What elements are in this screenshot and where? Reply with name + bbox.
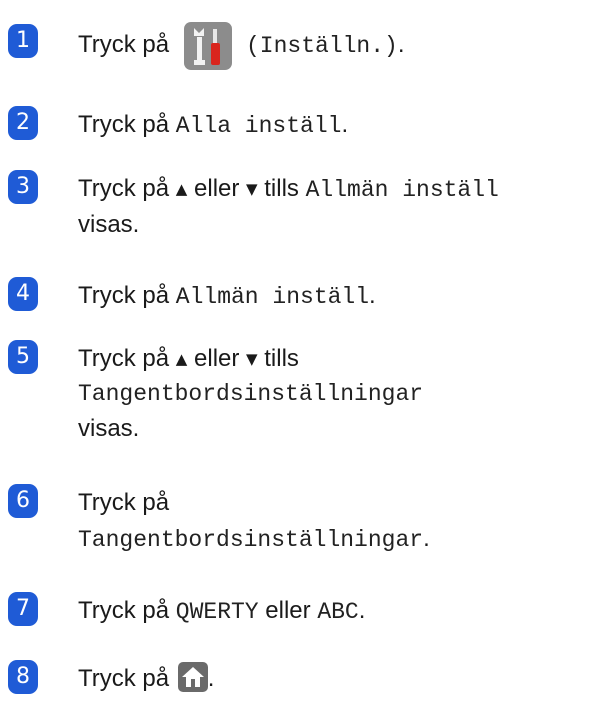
menu-option-allman-installning: Allmän inställ: [175, 284, 370, 310]
step-text: Tryck på Alla inställ.: [78, 108, 348, 143]
step-text-line3: visas.: [78, 415, 140, 442]
step-text: Tryck på: [78, 489, 170, 516]
conjunction: eller: [194, 175, 240, 202]
up-arrow-icon: ▲: [175, 180, 188, 198]
step-number-badge: 7: [8, 592, 38, 626]
step-period: .: [341, 111, 349, 138]
step-period: .: [369, 282, 376, 309]
step-text: Tryck på ▲ eller ▼ tills Allmän inställ: [78, 172, 499, 208]
step-label: Tryck på: [78, 597, 170, 624]
until-label: tills: [264, 175, 299, 202]
step-number-badge: 2: [8, 106, 38, 140]
menu-option-tangentbordsinstallningar: Tangentbordsinställningar: [78, 527, 424, 553]
step-period: .: [397, 31, 405, 58]
step-text: Tryck på ▲ eller ▼ tills: [78, 342, 299, 378]
step-1: 1 Tryck på (Inställn.).: [0, 14, 614, 74]
up-arrow-icon: ▲: [175, 350, 188, 368]
step-label: Tryck på: [78, 282, 170, 309]
step-text: Tryck på QWERTY eller ABC.: [78, 594, 365, 629]
conjunction: eller: [194, 345, 240, 372]
step-text: Tryck på Allmän inställ.: [78, 279, 376, 314]
tools-icon[interactable]: [184, 22, 232, 70]
step-text: Tryck på .: [78, 661, 215, 696]
step-5: 5 Tryck på ▲ eller ▼ tills Tangentbordsi…: [0, 340, 614, 450]
step-label: Tryck på: [78, 345, 170, 372]
step-number-badge: 1: [8, 24, 38, 58]
step-period: .: [358, 597, 366, 624]
step-number-badge: 8: [8, 660, 38, 694]
step-text-line2: Tangentbordsinställningar: [78, 376, 423, 411]
step-number-badge: 6: [8, 484, 38, 518]
step-label: Tryck på: [78, 665, 170, 692]
step-text: Tryck på: [78, 28, 169, 62]
menu-option-alla-installningar: Alla inställ: [175, 113, 342, 139]
step-label: Tryck på: [78, 175, 170, 202]
step-period: .: [423, 525, 430, 552]
down-arrow-icon: ▼: [246, 350, 258, 368]
down-arrow-icon: ▼: [246, 180, 258, 198]
step-text-rest: (Inställn.).: [246, 28, 405, 63]
step-2: 2 Tryck på Alla inställ.: [0, 106, 614, 146]
menu-option-allman-installning: Allmän inställ: [305, 177, 499, 203]
step-7: 7 Tryck på QWERTY eller ABC.: [0, 592, 614, 632]
until-label: tills: [264, 345, 299, 372]
step-number-badge: 3: [8, 170, 38, 204]
step-8: 8 Tryck på .: [0, 660, 614, 700]
settings-menu-label: (Inställn.): [246, 33, 398, 59]
option-abc: ABC: [317, 599, 359, 625]
step-number-badge: 5: [8, 340, 38, 374]
step-6: 6 Tryck på Tangentbordsinställningar.: [0, 484, 614, 560]
step-label: Tryck på: [78, 111, 170, 138]
step-3: 3 Tryck på ▲ eller ▼ tills Allmän instäl…: [0, 168, 614, 244]
conjunction: eller: [265, 597, 311, 624]
step-4: 4 Tryck på Allmän inställ.: [0, 277, 614, 317]
step-label: Tryck på: [78, 31, 170, 58]
option-qwerty: QWERTY: [175, 599, 259, 625]
step-text-line2: Tangentbordsinställningar.: [78, 522, 430, 557]
menu-option-tangentbordsinstallningar: Tangentbordsinställningar: [78, 381, 424, 407]
step-period: .: [207, 665, 215, 692]
home-icon[interactable]: [177, 661, 208, 692]
step-number-badge: 4: [8, 277, 38, 311]
step-text-line2: visas.: [78, 211, 140, 238]
